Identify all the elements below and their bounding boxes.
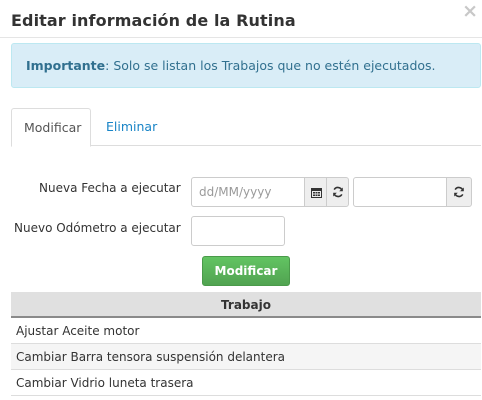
tab-bar: Modificar Eliminar xyxy=(11,108,481,147)
odometer-input[interactable] xyxy=(191,216,285,246)
close-icon[interactable]: × xyxy=(462,0,478,22)
tab-modificar[interactable]: Modificar xyxy=(11,108,91,147)
time-refresh-button[interactable] xyxy=(446,177,472,207)
table-header: Trabajo xyxy=(11,292,481,318)
jobs-table: Trabajo Ajustar Aceite motor Cambiar Bar… xyxy=(11,292,481,396)
date-label: Nueva Fecha a ejecutar xyxy=(39,181,181,195)
modal-title: Editar información de la Rutina xyxy=(11,11,296,30)
alert-strong: Importante xyxy=(26,58,106,73)
odometer-label: Nuevo Odómetro a ejecutar xyxy=(14,221,181,235)
time-input[interactable] xyxy=(353,177,447,207)
date-input[interactable] xyxy=(191,177,305,207)
info-alert: Importante: Solo se listan los Trabajos … xyxy=(11,43,481,88)
refresh-icon xyxy=(454,186,464,198)
table-row: Cambiar Barra tensora suspensión delante… xyxy=(11,344,481,370)
date-refresh-button[interactable] xyxy=(326,177,349,207)
table-row: Cambiar Vidrio luneta trasera xyxy=(11,370,481,396)
calendar-icon xyxy=(310,187,322,198)
modal-header: Editar información de la Rutina × xyxy=(0,0,482,38)
calendar-button[interactable] xyxy=(304,177,327,207)
modificar-button[interactable]: Modificar xyxy=(202,256,290,286)
alert-text: : Solo se listan los Trabajos que no est… xyxy=(105,58,436,73)
tab-eliminar[interactable]: Eliminar xyxy=(94,108,169,147)
refresh-icon xyxy=(332,186,343,198)
table-row: Ajustar Aceite motor xyxy=(11,318,481,344)
